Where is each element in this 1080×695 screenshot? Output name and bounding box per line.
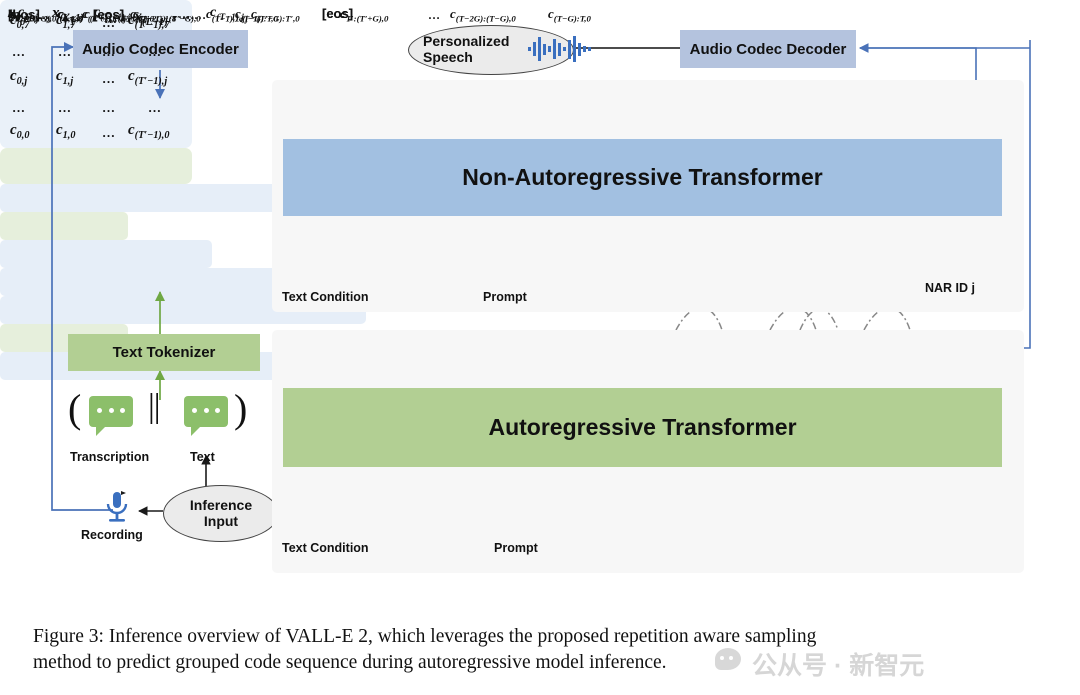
code-cell-dots: … <box>148 44 161 59</box>
nar-prompt-label: Prompt <box>483 290 527 304</box>
text-label: Text <box>190 450 215 464</box>
personalized-speech-line1: Personalized <box>423 33 510 50</box>
nar-text-condition-pill: x0 … x(L−1) [eos] <box>0 5 128 240</box>
inference-input-line1: Inference <box>189 496 253 513</box>
code-cell-dots: … <box>102 44 115 59</box>
bubble-dots-icon <box>97 408 125 413</box>
code-cell-dots: … <box>58 100 71 115</box>
ar-text-dots: … <box>38 8 50 22</box>
recording-label: Recording <box>81 528 143 542</box>
transcription-label: Transcription <box>70 450 150 464</box>
nar-output-pill: cT′,j c(T′+1),j … c(T−1),j <box>0 5 304 212</box>
ar-input-token: c(T′−G):T′,0 <box>251 6 300 24</box>
bubble-dots-icon <box>192 408 220 413</box>
code-cell-dots: … <box>102 100 115 115</box>
paren-open: ( <box>68 386 82 431</box>
audio-codec-decoder-label: Audio Codec Decoder <box>689 40 847 58</box>
code-cell: c1,j <box>56 68 74 87</box>
separator-bars: || <box>148 388 161 425</box>
code-cell-dots: … <box>12 44 25 59</box>
text-token-row: x0 x1 … x(L−1) <box>0 8 192 184</box>
code-cell-dots: … <box>102 125 115 140</box>
code-cell: c(T′−1),0 <box>128 122 170 141</box>
watermark-text: 公从号 · 新智元 <box>752 652 925 680</box>
paren-close: ) <box>234 386 248 431</box>
text-bubble-icon <box>184 396 228 436</box>
ar-prompt-label: Prompt <box>494 541 538 555</box>
ar-input-token: c(T′−2G):(T′−G),0 <box>130 6 201 24</box>
ar-input-token: c(T−G):T,0 <box>548 6 591 24</box>
autoregressive-transformer-block: Autoregressive Transformer <box>283 388 1002 467</box>
ar-input-token: cT′:(T′+G),0 <box>340 6 389 24</box>
non-autoregressive-transformer-block: Non-Autoregressive Transformer <box>283 139 1002 216</box>
nar-prompt-pill: c0,1:8 c1,1:8 … c(T′−1),1:8 <box>0 6 212 268</box>
code-cell: c(T′−1),j <box>128 68 168 87</box>
watermark-logo-icon <box>715 648 741 670</box>
ar-title: Autoregressive Transformer <box>488 414 797 440</box>
code-cell-dots: … <box>148 100 161 115</box>
ar-input-token: c0:G,0 <box>57 6 84 24</box>
ar-input-dots: … <box>108 8 120 22</box>
code-cell-dots: … <box>58 44 71 59</box>
code-cell: c1,0 <box>56 122 76 141</box>
nar-title: Non-Autoregressive Transformer <box>462 164 823 190</box>
ar-input-dots: … <box>428 8 440 22</box>
text-tokenizer-box: Text Tokenizer <box>68 334 260 371</box>
text-tokenizer-label: Text Tokenizer <box>112 344 216 361</box>
code-cell: c0,j <box>10 68 28 87</box>
personalized-speech-line2: Speech <box>423 49 473 65</box>
waveform-icon <box>528 36 591 62</box>
audio-codec-decoder-box: Audio Codec Decoder <box>680 30 856 68</box>
ar-bos: [bos] <box>8 7 40 22</box>
code-cell: c0,0 <box>10 122 30 141</box>
ar-text-condition-label: Text Condition <box>282 541 369 555</box>
nar-text-condition-label: Text Condition <box>282 290 369 304</box>
transcription-bubble-icon <box>89 396 133 436</box>
inference-input-ellipse: Inference Input <box>163 485 279 542</box>
code-cell-dots: … <box>102 71 115 86</box>
figure-inference-overview: Audio Codec Encoder c0,7 c1,7 … c(T′−1),… <box>0 0 1080 695</box>
microphone-icon <box>106 491 128 522</box>
ar-input-token: c(T−2G):(T−G),0 <box>450 6 516 24</box>
inference-input-line2: Input <box>203 512 239 529</box>
code-cell-dots: … <box>12 100 25 115</box>
nar-id-label: NAR ID j <box>925 281 975 295</box>
